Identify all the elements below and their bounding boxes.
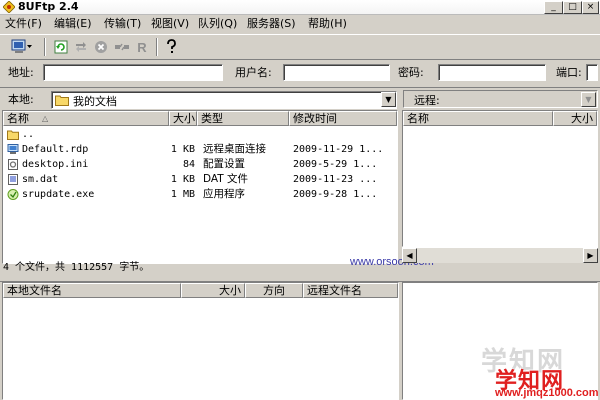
queue-col-remote-name[interactable]: 远程文件名 xyxy=(303,283,398,298)
menu-view[interactable]: 视图(V) xyxy=(151,17,189,31)
local-path-dropdown-button[interactable]: ▼ xyxy=(381,92,396,107)
scroll-right-button[interactable]: ▶ xyxy=(583,248,598,263)
remote-col-name[interactable]: 名称 xyxy=(403,111,553,126)
r-letter-icon: R xyxy=(137,39,147,55)
ini-file-icon xyxy=(8,159,18,170)
address-label: 地址: xyxy=(8,66,34,79)
remote-path-value xyxy=(456,92,581,106)
file-row-parent[interactable]: .. xyxy=(5,127,397,142)
menu-file[interactable]: 文件(F) xyxy=(5,17,42,31)
local-col-modified[interactable]: 修改时间 xyxy=(289,111,397,126)
remote-col-size[interactable]: 大小 xyxy=(553,111,597,126)
file-name: sm.dat xyxy=(22,174,59,185)
title-bar: 8UFtp 2.4 _ □ × xyxy=(0,0,600,15)
site-watermark-url: www.jmqz1000.com xyxy=(495,387,599,399)
file-type: 远程桌面连接 xyxy=(203,143,266,155)
local-file-list[interactable]: 名称 △ 大小 类型 修改时间 .. Default.rdp 1 KB 远程桌面… xyxy=(2,110,434,268)
minimize-button[interactable]: _ xyxy=(544,1,563,14)
file-name: desktop.ini xyxy=(22,159,89,170)
local-col-size[interactable]: 大小 xyxy=(169,111,197,126)
local-path-combo[interactable]: 我的文档 ▼ xyxy=(51,91,397,109)
remote-pane: 远程: ▼ 名称 大小 ◀ ▶ xyxy=(402,89,600,278)
port-label: 端口: xyxy=(556,66,582,79)
my-documents-folder-icon xyxy=(55,95,69,106)
connect-dropdown-button[interactable] xyxy=(10,38,34,56)
queue-col-local-name[interactable]: 本地文件名 xyxy=(3,283,181,298)
remote-location-label: 远程: xyxy=(414,94,440,107)
scroll-left-button[interactable]: ◀ xyxy=(402,248,417,263)
stop-icon xyxy=(95,41,107,53)
help-question-icon xyxy=(167,39,176,53)
file-row-sm-dat[interactable]: sm.dat 1 KB DAT 文件 2009-11-23 ... xyxy=(5,172,397,187)
rename-button[interactable]: R xyxy=(133,38,151,56)
file-size: 84 xyxy=(182,159,195,170)
maximize-button[interactable]: □ xyxy=(563,1,582,14)
rdp-file-icon xyxy=(7,144,19,154)
menu-queue[interactable]: 队列(Q) xyxy=(198,17,237,31)
file-modified: 2009-9-28 1... xyxy=(293,189,378,200)
toolbar-separator xyxy=(44,38,46,56)
file-size: 1 KB xyxy=(170,144,195,155)
disconnect-button[interactable] xyxy=(113,38,131,56)
app-logo-icon xyxy=(3,1,15,13)
exe-file-icon xyxy=(7,189,19,200)
file-modified: 2009-5-29 1... xyxy=(293,159,378,170)
password-input[interactable] xyxy=(438,64,546,81)
file-name: .. xyxy=(22,129,35,140)
username-input[interactable] xyxy=(283,64,390,81)
file-type: 配置设置 xyxy=(203,158,245,170)
file-modified: 2009-11-29 1... xyxy=(293,144,384,155)
window-title: 8UFtp 2.4 xyxy=(18,0,79,13)
transfer-queue-list[interactable]: 本地文件名 大小 方向 远程文件名 xyxy=(2,282,399,400)
file-type: 应用程序 xyxy=(203,188,245,200)
file-modified: 2009-11-23 ... xyxy=(293,174,378,185)
local-pane: 本地: 我的文档 ▼ 名称 △ 大小 类型 修改时间 .. Default.rd… xyxy=(0,89,434,278)
local-col-name-label: 名称 xyxy=(7,112,29,125)
log-pane[interactable]: 学知网 学知网 www.jmqz1000.com xyxy=(402,282,599,400)
local-path-value: 我的文档 xyxy=(73,95,117,108)
file-size: 1 MB xyxy=(170,189,195,200)
menu-bar: 文件(F) 编辑(E) 传输(T) 视图(V) 队列(Q) 服务器(S) 帮助(… xyxy=(0,15,600,33)
local-col-type[interactable]: 类型 xyxy=(197,111,289,126)
remote-path-dropdown-button[interactable]: ▼ xyxy=(581,92,596,107)
connection-bar: 地址: 用户名: 密码: 端口: xyxy=(0,59,600,88)
port-input[interactable] xyxy=(586,64,598,81)
file-size: 1 KB xyxy=(170,174,195,185)
reconnect-button[interactable] xyxy=(72,38,90,56)
refresh-button[interactable] xyxy=(52,38,70,56)
remote-horizontal-scrollbar[interactable]: ◀ ▶ xyxy=(402,247,598,263)
menu-edit[interactable]: 编辑(E) xyxy=(54,17,92,31)
toolbar-separator xyxy=(156,38,158,56)
help-button[interactable] xyxy=(162,38,180,56)
local-location-label: 本地: xyxy=(8,93,34,106)
reconnect-icon xyxy=(76,42,86,52)
close-button[interactable]: × xyxy=(582,1,599,14)
file-name: srupdate.exe xyxy=(22,189,95,200)
file-row-desktop-ini[interactable]: desktop.ini 84 配置设置 2009-5-29 1... xyxy=(5,157,397,172)
file-row-default-rdp[interactable]: Default.rdp 1 KB 远程桌面连接 2009-11-29 1... xyxy=(5,142,397,157)
file-name: Default.rdp xyxy=(22,144,89,155)
address-input[interactable] xyxy=(43,64,223,81)
queue-col-direction[interactable]: 方向 xyxy=(245,283,303,298)
local-status-text: 4 个文件，共 1112557 字节。 xyxy=(3,262,150,273)
local-col-name[interactable]: 名称 △ xyxy=(3,111,169,126)
toolbar: R xyxy=(0,34,600,60)
folder-up-icon xyxy=(7,130,19,140)
menu-server[interactable]: 服务器(S) xyxy=(247,17,296,31)
password-label: 密码: xyxy=(398,66,424,79)
menu-transfer[interactable]: 传输(T) xyxy=(104,17,141,31)
menu-help[interactable]: 帮助(H) xyxy=(308,17,347,31)
queue-col-size[interactable]: 大小 xyxy=(181,283,245,298)
file-row-srupdate-exe[interactable]: srupdate.exe 1 MB 应用程序 2009-9-28 1... xyxy=(5,187,397,202)
remote-path-combo[interactable]: 远程: ▼ xyxy=(403,90,598,108)
disconnect-icon xyxy=(115,43,129,51)
stop-button[interactable] xyxy=(92,38,110,56)
dat-file-icon xyxy=(8,174,18,185)
remote-file-list[interactable]: 名称 大小 xyxy=(402,110,598,247)
computer-icon xyxy=(11,39,32,53)
file-type: DAT 文件 xyxy=(203,173,249,185)
refresh-icon xyxy=(54,40,68,54)
sort-ascending-icon: △ xyxy=(42,114,49,123)
username-label: 用户名: xyxy=(235,66,272,79)
